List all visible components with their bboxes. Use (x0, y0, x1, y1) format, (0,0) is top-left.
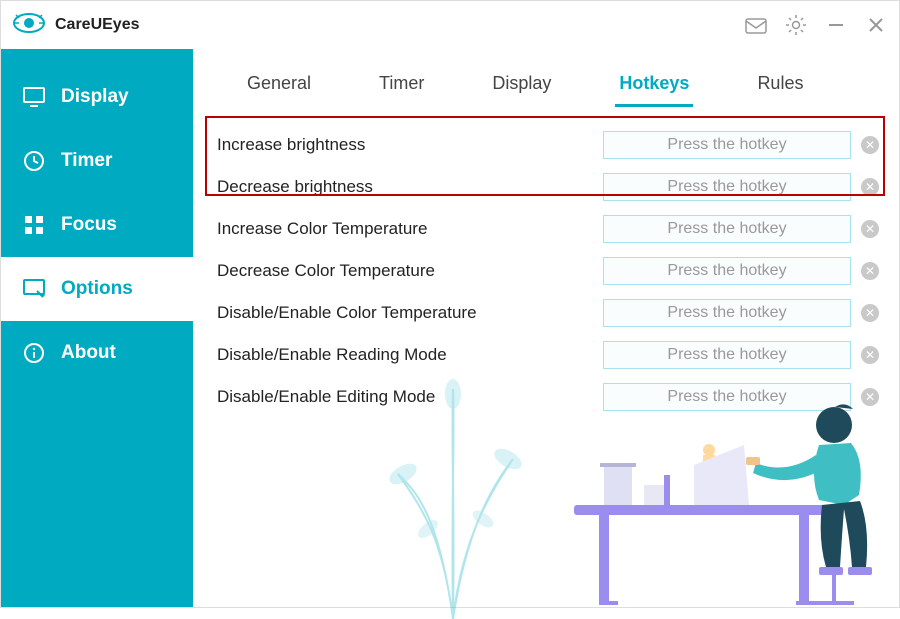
hotkey-label: Decrease Color Temperature (217, 261, 603, 281)
hotkey-input[interactable]: Press the hotkey (603, 341, 851, 369)
sidebar-item-label: Options (61, 278, 133, 300)
sidebar-item-label: Focus (61, 214, 117, 236)
close-icon[interactable] (865, 14, 887, 36)
hotkey-row: Disable/Enable Color Temperature Press t… (213, 299, 879, 327)
minimize-icon[interactable] (825, 14, 847, 36)
clock-icon (23, 150, 45, 172)
hotkey-label: Disable/Enable Reading Mode (217, 345, 603, 365)
info-icon (23, 342, 45, 364)
hotkey-row: Disable/Enable Editing Mode Press the ho… (213, 383, 879, 411)
sidebar-item-label: About (61, 342, 116, 364)
sidebar: Display Timer Focus Options About (1, 49, 193, 607)
tabs: General Timer Display Hotkeys Rules (213, 65, 879, 107)
hotkey-label: Increase brightness (217, 135, 603, 155)
mail-icon[interactable] (745, 14, 767, 36)
clear-icon[interactable]: ✕ (861, 262, 879, 280)
hotkey-rows: Increase brightness Press the hotkey ✕ D… (213, 131, 879, 411)
hotkey-input[interactable]: Press the hotkey (603, 257, 851, 285)
app-title: CareUEyes (55, 16, 140, 34)
hotkey-row: Increase brightness Press the hotkey ✕ (213, 131, 879, 159)
clear-icon[interactable]: ✕ (861, 304, 879, 322)
sidebar-item-display[interactable]: Display (1, 65, 193, 129)
hotkey-input[interactable]: Press the hotkey (603, 299, 851, 327)
titlebar: CareUEyes (1, 1, 899, 49)
hotkey-input[interactable]: Press the hotkey (603, 215, 851, 243)
hotkey-input[interactable]: Press the hotkey (603, 131, 851, 159)
leaves-illustration (383, 379, 523, 619)
sidebar-item-options[interactable]: Options (1, 257, 193, 321)
tab-rules[interactable]: Rules (753, 65, 807, 107)
titlebar-controls (745, 14, 887, 36)
hotkey-label: Disable/Enable Color Temperature (217, 303, 603, 323)
hotkey-input[interactable]: Press the hotkey (603, 383, 851, 411)
sidebar-item-about[interactable]: About (1, 321, 193, 385)
tab-display[interactable]: Display (488, 65, 555, 107)
tab-general[interactable]: General (243, 65, 315, 107)
sidebar-item-label: Display (61, 86, 129, 108)
clear-icon[interactable]: ✕ (861, 136, 879, 154)
gear-icon[interactable] (785, 14, 807, 36)
options-icon (23, 278, 45, 300)
monitor-icon (23, 86, 45, 108)
sidebar-item-timer[interactable]: Timer (1, 129, 193, 193)
app-logo: CareUEyes (13, 11, 140, 40)
hotkey-row: Decrease Color Temperature Press the hot… (213, 257, 879, 285)
clear-icon[interactable]: ✕ (861, 178, 879, 196)
hotkey-label: Decrease brightness (217, 177, 603, 197)
hotkey-row: Increase Color Temperature Press the hot… (213, 215, 879, 243)
clear-icon[interactable]: ✕ (861, 220, 879, 238)
hotkey-input[interactable]: Press the hotkey (603, 173, 851, 201)
hotkey-row: Decrease brightness Press the hotkey ✕ (213, 173, 879, 201)
tab-hotkeys[interactable]: Hotkeys (615, 65, 693, 107)
sidebar-item-focus[interactable]: Focus (1, 193, 193, 257)
content-pane: General Timer Display Hotkeys Rules Incr… (193, 49, 899, 607)
tab-timer[interactable]: Timer (375, 65, 428, 107)
hotkey-row: Disable/Enable Reading Mode Press the ho… (213, 341, 879, 369)
hotkey-label: Increase Color Temperature (217, 219, 603, 239)
sidebar-item-label: Timer (61, 150, 112, 172)
clear-icon[interactable]: ✕ (861, 388, 879, 406)
grid-icon (23, 214, 45, 236)
hotkey-label: Disable/Enable Editing Mode (217, 387, 603, 407)
clear-icon[interactable]: ✕ (861, 346, 879, 364)
eye-icon (13, 11, 45, 40)
